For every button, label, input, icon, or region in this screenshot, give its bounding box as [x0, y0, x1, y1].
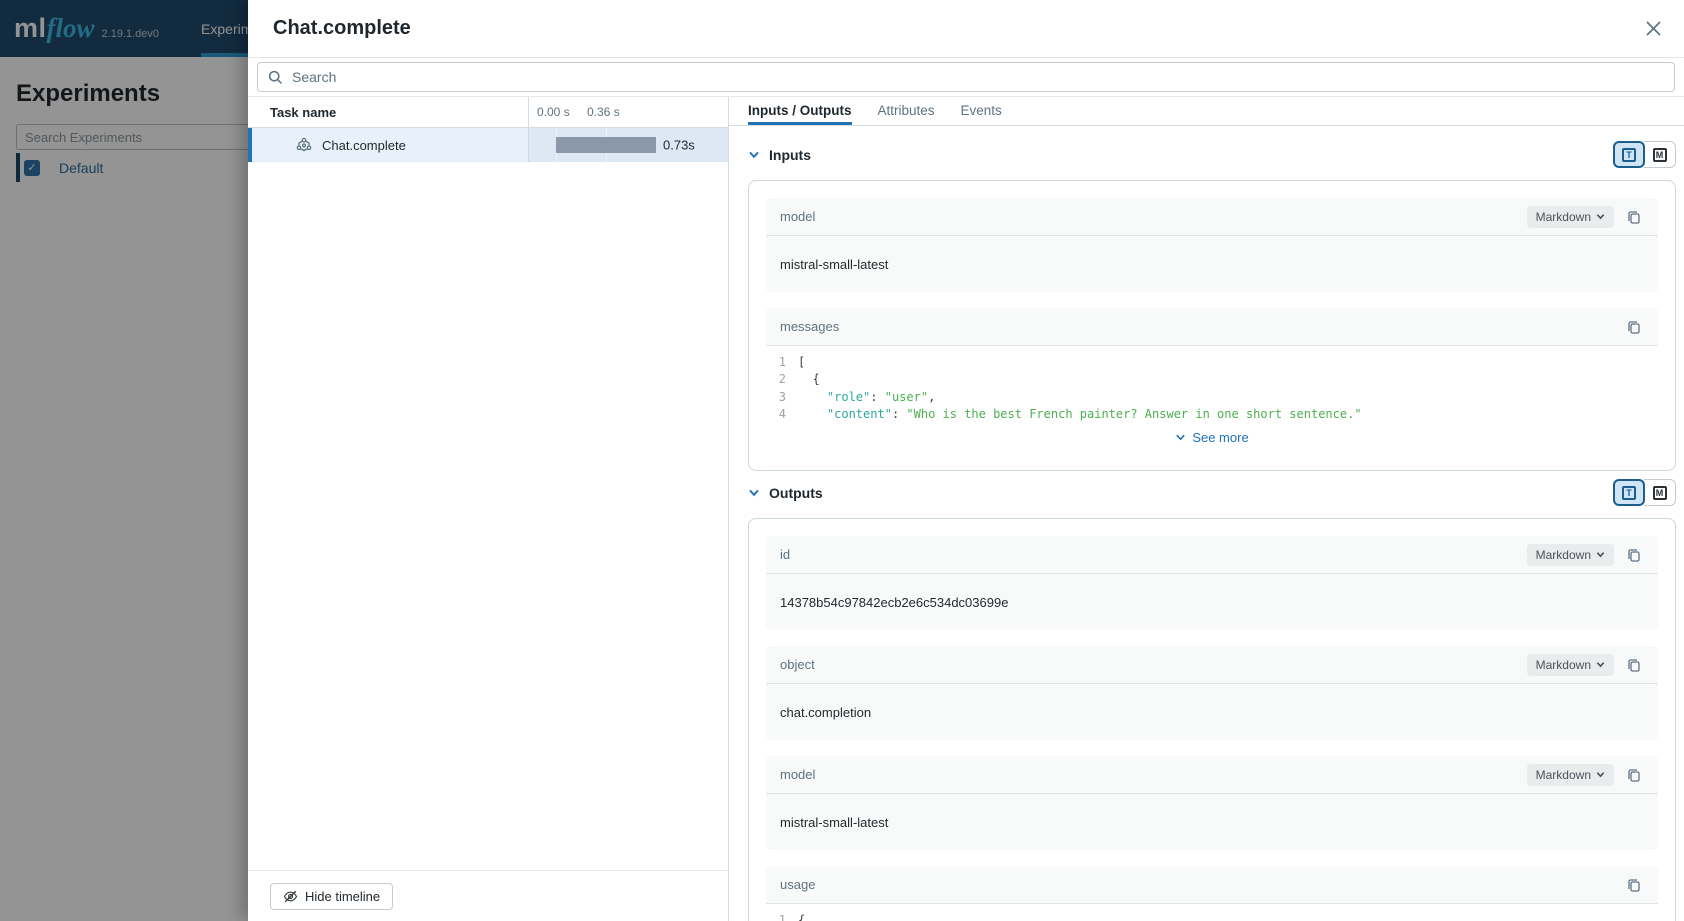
code-line: 1{	[766, 911, 1658, 921]
chevron-down-icon	[1596, 660, 1605, 669]
field-card: id Markdown 14378b54c97842ecb2e6c534dc03…	[766, 536, 1658, 630]
search-icon	[268, 70, 283, 85]
chevron-down-icon	[1596, 212, 1605, 221]
render-mode-toggle: T M	[1613, 479, 1676, 506]
code-line: 2 {	[766, 371, 1658, 389]
copy-icon[interactable]	[1624, 655, 1644, 675]
details-tabs: Inputs / Outputs Attributes Events	[729, 97, 1684, 126]
field-header: model Markdown	[766, 198, 1658, 236]
field-code: 1{2 "prompt_tokens": 16	[766, 904, 1658, 921]
duration-bar	[556, 137, 656, 153]
field-label: object	[780, 657, 815, 672]
field-label: model	[780, 209, 815, 224]
field-card: usage 1{2 "prompt_tokens": 16	[766, 866, 1658, 921]
modal-title: Chat.complete	[273, 17, 411, 40]
chevron-down-icon[interactable]	[748, 487, 760, 499]
field-label: usage	[780, 877, 815, 892]
tab-events[interactable]: Events	[961, 97, 1002, 125]
span-type-icon	[296, 137, 312, 153]
markdown-view-button[interactable]: M	[1644, 479, 1676, 506]
code-line: 3 "role": "user",	[766, 388, 1658, 406]
chevron-down-icon	[1596, 550, 1605, 559]
field-card: object Markdown chat.completion	[766, 646, 1658, 740]
hide-timeline-button[interactable]: Hide timeline	[270, 883, 393, 910]
task-row[interactable]: Chat.complete 0.73s	[248, 128, 728, 162]
field-label: model	[780, 767, 815, 782]
field-value: 14378b54c97842ecb2e6c534dc03699e	[766, 574, 1658, 630]
eye-off-icon	[283, 889, 298, 904]
modal-header: Chat.complete	[248, 0, 1684, 57]
duration-label: 0.73s	[663, 138, 695, 153]
inputs-card: model Markdown mistral-small-latest	[748, 180, 1676, 471]
field-card: messages 1[2 {3 "role": "user",4 "conten…	[766, 308, 1658, 453]
trace-modal: Chat.complete Task name 0.00 s 0.36 s	[248, 0, 1684, 921]
tab-attributes[interactable]: Attributes	[878, 97, 935, 125]
renderer-dropdown[interactable]: Markdown	[1527, 544, 1614, 566]
timeline-cell: 0.73s	[528, 128, 728, 162]
text-view-button[interactable]: T	[1613, 479, 1645, 506]
chevron-down-icon	[1175, 432, 1186, 443]
span-tree-pane: Task name 0.00 s 0.36 s Chat.complete	[248, 97, 729, 921]
selected-row-accent	[248, 128, 252, 162]
text-view-button[interactable]: T	[1613, 141, 1645, 168]
close-icon[interactable]	[1641, 16, 1666, 41]
inputs-section-header: Inputs T M	[748, 141, 1676, 168]
field-value: mistral-small-latest	[766, 236, 1658, 292]
renderer-dropdown[interactable]: Markdown	[1527, 654, 1614, 676]
task-name-column-header: Task name	[248, 97, 528, 127]
time-marker: 0.00 s	[537, 105, 570, 119]
span-search-input[interactable]	[292, 69, 1664, 85]
copy-icon[interactable]	[1624, 207, 1644, 227]
field-label: messages	[780, 319, 839, 334]
field-value: chat.completion	[766, 684, 1658, 740]
copy-icon[interactable]	[1624, 317, 1644, 337]
see-more-link[interactable]: See more	[766, 423, 1658, 451]
tab-inputs-outputs[interactable]: Inputs / Outputs	[748, 97, 852, 125]
span-details-pane: Inputs / Outputs Attributes Events Inputs …	[729, 97, 1684, 921]
chevron-down-icon	[1596, 770, 1605, 779]
task-name: Chat.complete	[322, 138, 406, 153]
timeline-axis: 0.00 s 0.36 s	[528, 97, 728, 127]
outputs-section-header: Outputs T M	[748, 479, 1676, 506]
code-line: 4 "content": "Who is the best French pai…	[766, 406, 1658, 424]
copy-icon[interactable]	[1624, 545, 1644, 565]
field-header: object Markdown	[766, 646, 1658, 684]
render-mode-toggle: T M	[1613, 141, 1676, 168]
span-search-box[interactable]	[257, 62, 1675, 92]
outputs-card: id Markdown 14378b54c97842ecb2e6c534dc03…	[748, 518, 1676, 921]
field-label: id	[780, 547, 790, 562]
copy-icon[interactable]	[1624, 765, 1644, 785]
renderer-dropdown[interactable]: Markdown	[1527, 764, 1614, 786]
span-search-row	[248, 57, 1684, 97]
chevron-down-icon[interactable]	[748, 149, 760, 161]
field-header: id Markdown	[766, 536, 1658, 574]
field-header: messages	[766, 308, 1658, 346]
field-value: mistral-small-latest	[766, 794, 1658, 850]
renderer-dropdown[interactable]: Markdown	[1527, 206, 1614, 228]
field-header: usage	[766, 866, 1658, 904]
field-card: model Markdown mistral-small-latest	[766, 756, 1658, 850]
field-card: model Markdown mistral-small-latest	[766, 198, 1658, 292]
field-code: 1[2 {3 "role": "user",4 "content": "Who …	[766, 346, 1658, 453]
markdown-view-button[interactable]: M	[1644, 141, 1676, 168]
code-line: 1[	[766, 353, 1658, 371]
field-header: model Markdown	[766, 756, 1658, 794]
copy-icon[interactable]	[1624, 875, 1644, 895]
time-marker: 0.36 s	[587, 105, 620, 119]
